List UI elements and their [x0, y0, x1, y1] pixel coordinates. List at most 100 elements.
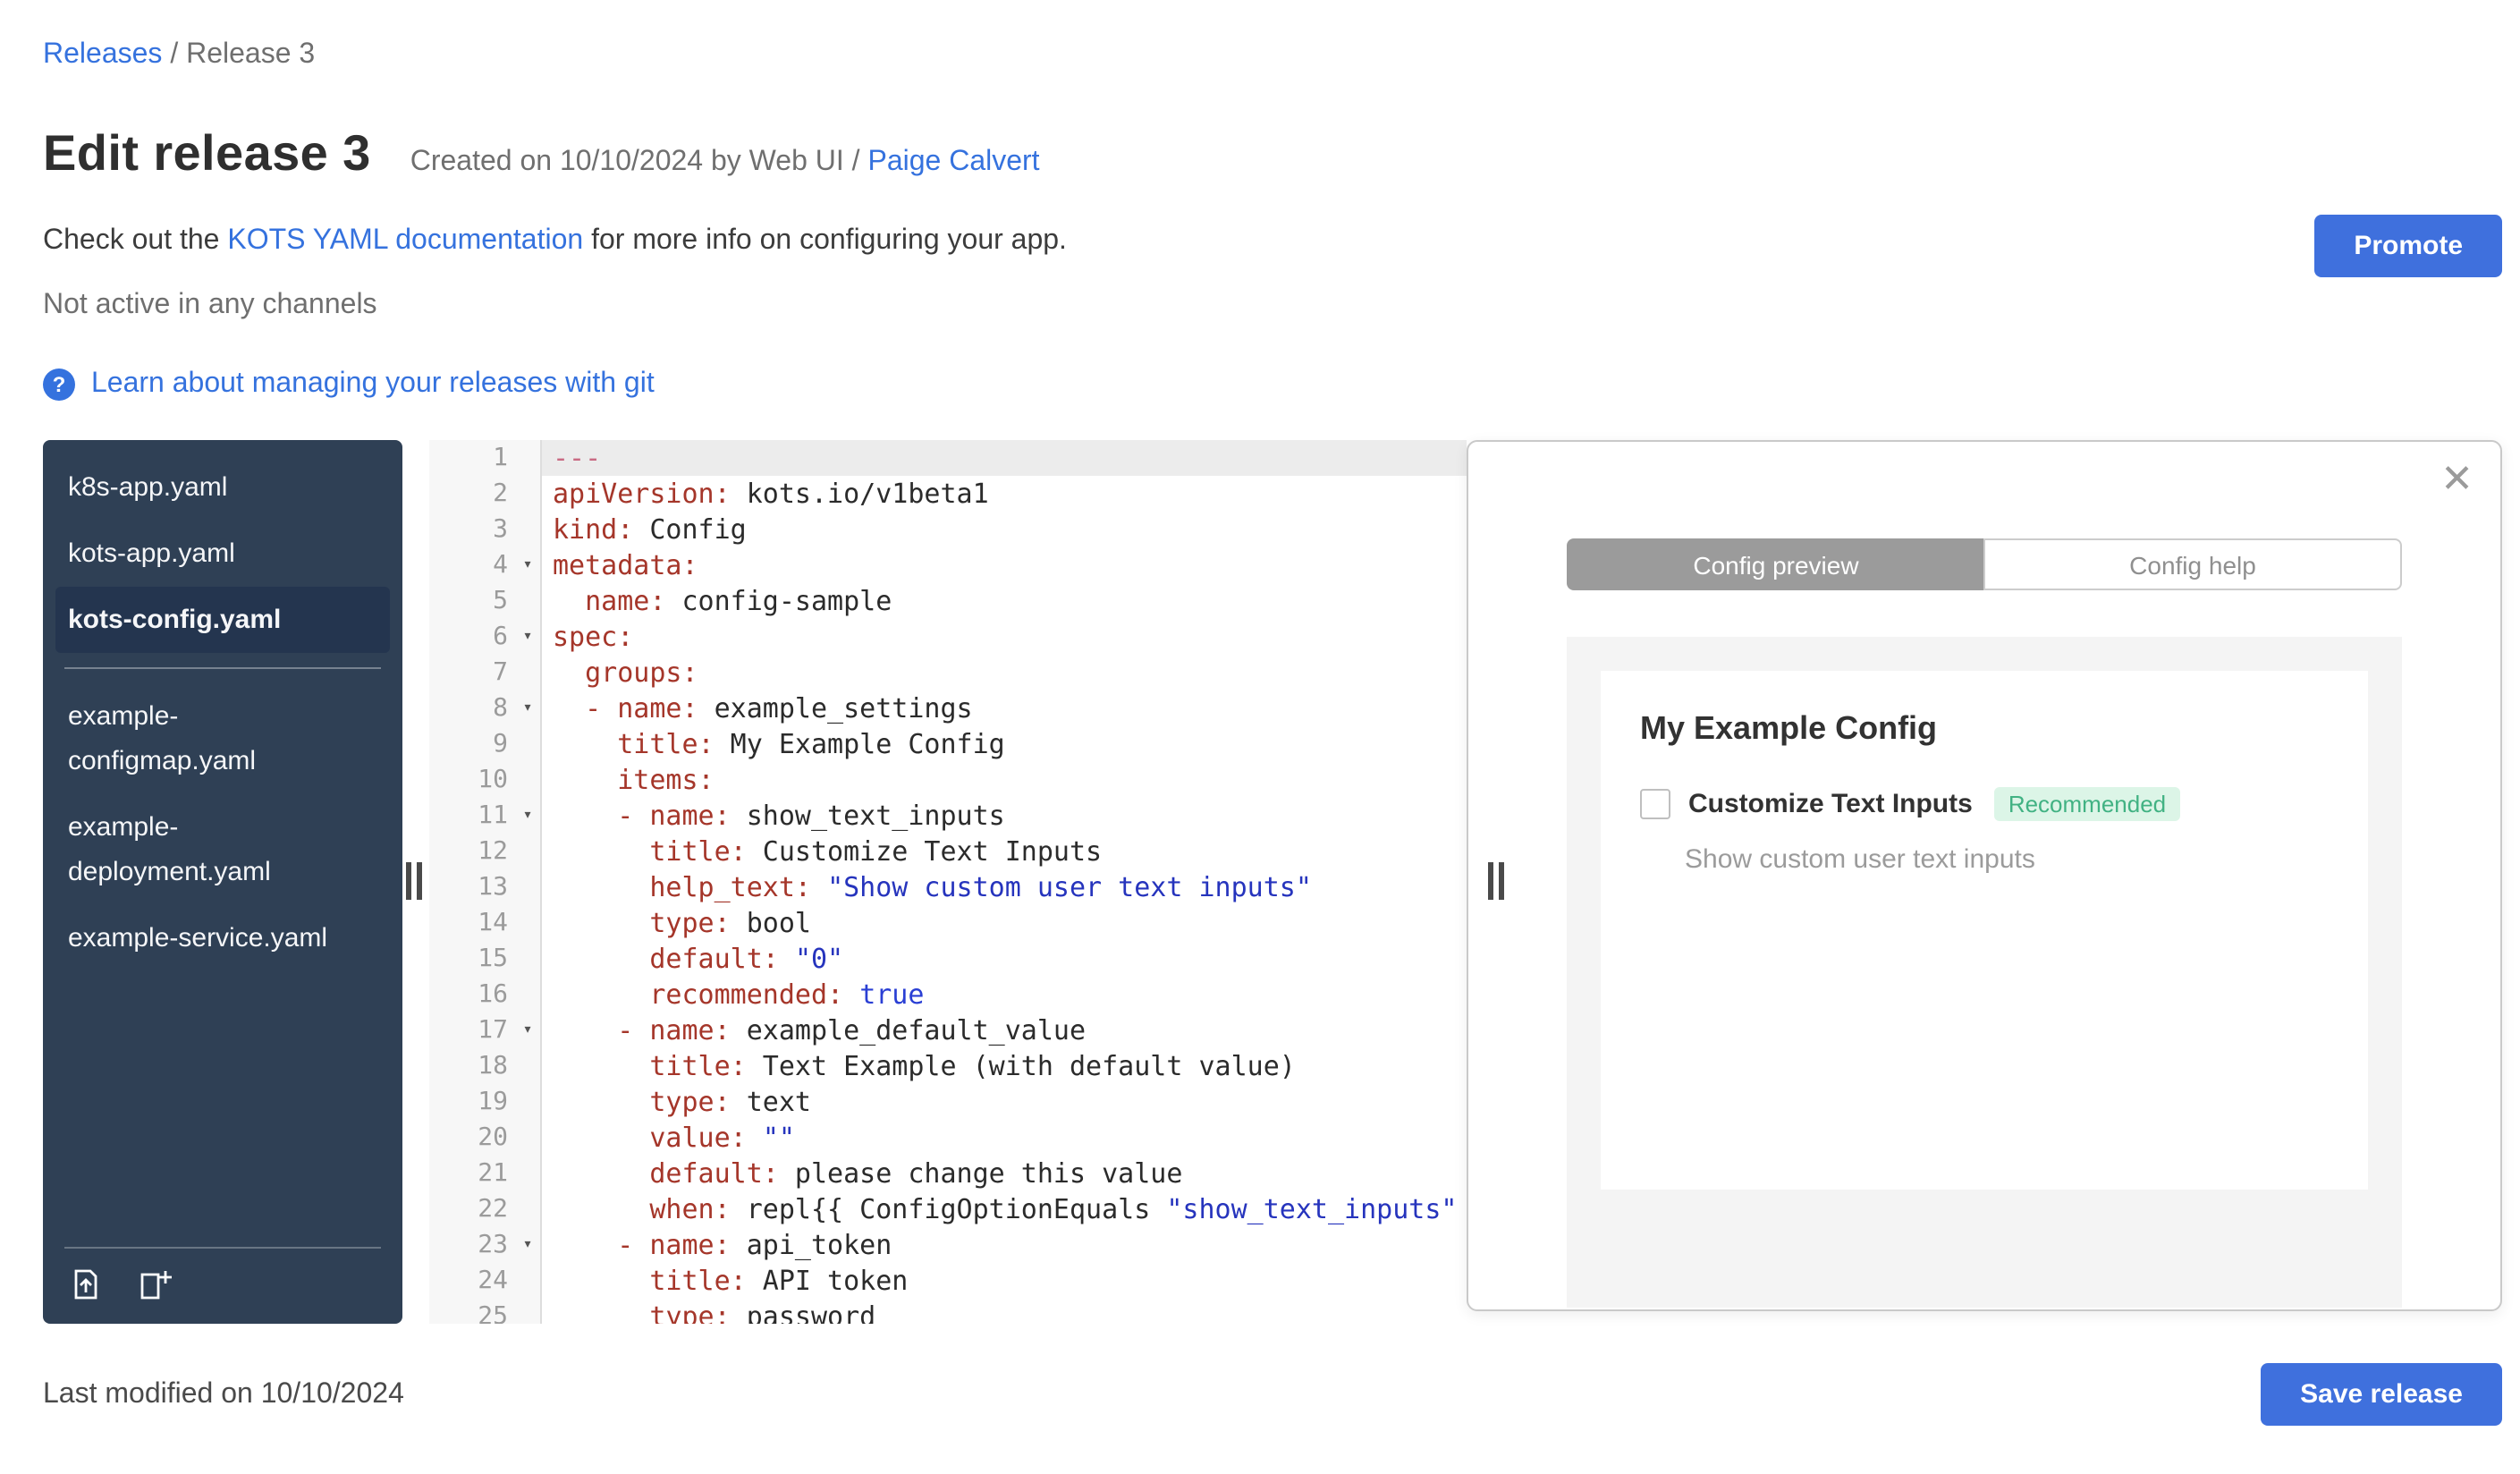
line-number: 15: [478, 945, 508, 973]
code-lines: 1 --- 2 apiVersion: kots.io/v1beta1 3 kind: C…: [429, 440, 1467, 1324]
tab-config-preview[interactable]: Config preview: [1567, 538, 1983, 590]
code-line-15[interactable]: 15 default: "0": [429, 941, 1467, 977]
file-tree-item[interactable]: example-service.yaml: [55, 905, 390, 971]
customize-text-inputs-checkbox[interactable]: [1640, 789, 1670, 819]
code-line-10[interactable]: 10 items:: [429, 762, 1467, 798]
code-line-25[interactable]: 25 type: password: [429, 1299, 1467, 1324]
page-container: Releases / Release 3 Edit release 3 Crea…: [0, 0, 2520, 1474]
code-line-2[interactable]: 2 apiVersion: kots.io/v1beta1: [429, 476, 1467, 512]
file-tree-item[interactable]: k8s-app.yaml: [55, 454, 390, 521]
code-text: type: text: [649, 1086, 811, 1118]
file-tree-item[interactable]: kots-config.yaml: [55, 587, 390, 653]
file-name: k8s-app.yaml: [68, 472, 228, 503]
code-line-13[interactable]: 13 help_text: "Show custom user text inp…: [429, 869, 1467, 905]
code-line-12[interactable]: 12 title: Customize Text Inputs: [429, 834, 1467, 869]
code-text: title: API token: [649, 1265, 909, 1297]
code-text: title: My Example Config: [617, 728, 1005, 760]
preview-tabs: Config preview Config help: [1567, 538, 2402, 590]
code-text: groups:: [585, 657, 698, 689]
code-text: items:: [617, 764, 715, 796]
line-number: 6: [493, 623, 508, 651]
breadcrumb-releases-link[interactable]: Releases: [43, 39, 162, 70]
code-text: recommended: true: [649, 978, 925, 1011]
tab-config-help[interactable]: Config help: [1983, 538, 2402, 590]
code-line-23[interactable]: 23 ▾ - name: api_token: [429, 1227, 1467, 1263]
line-number: 5: [493, 587, 508, 615]
line-number: 3: [493, 515, 508, 544]
code-text: help_text: "Show custom user text inputs…: [649, 871, 1312, 903]
code-text: metadata:: [553, 549, 698, 581]
code-text: ---: [553, 442, 602, 474]
code-line-14[interactable]: 14 type: bool: [429, 905, 1467, 941]
code-line-18[interactable]: 18 title: Text Example (with default val…: [429, 1048, 1467, 1084]
code-line-21[interactable]: 21 default: please change this value: [429, 1156, 1467, 1191]
fold-arrow-icon[interactable]: ▾: [515, 690, 540, 726]
preview-resize-handle[interactable]: [1488, 862, 1504, 900]
file-tree-item[interactable]: example-deployment.yaml: [55, 794, 390, 905]
code-line-19[interactable]: 19 type: text: [429, 1084, 1467, 1120]
code-line-9[interactable]: 9 title: My Example Config: [429, 726, 1467, 762]
code-line-8[interactable]: 8 ▾ - name: example_settings: [429, 690, 1467, 726]
breadcrumb-current: Release 3: [186, 39, 316, 70]
code-line-3[interactable]: 3 kind: Config: [429, 512, 1467, 547]
title-row: Edit release 3 Created on 10/10/2024 by …: [43, 125, 2502, 182]
code-line-17[interactable]: 17 ▾ - name: example_default_value: [429, 1012, 1467, 1048]
add-file-icon[interactable]: [136, 1266, 175, 1302]
line-number: 16: [478, 980, 508, 1009]
docs-prefix: Check out the: [43, 225, 228, 256]
code-text: apiVersion: kots.io/v1beta1: [553, 478, 989, 510]
code-text: default: please change this value: [649, 1157, 1183, 1190]
created-text: Created on 10/10/2024 by Web UI /: [410, 147, 860, 177]
code-line-6[interactable]: 6 ▾ spec:: [429, 619, 1467, 655]
save-release-button[interactable]: Save release: [2261, 1363, 2502, 1426]
code-line-5[interactable]: 5 name: config-sample: [429, 583, 1467, 619]
code-text: name: config-sample: [585, 585, 892, 617]
upload-file-icon[interactable]: [68, 1266, 104, 1302]
line-number: 20: [478, 1123, 508, 1152]
code-line-7[interactable]: 7 groups:: [429, 655, 1467, 690]
code-line-24[interactable]: 24 title: API token: [429, 1263, 1467, 1299]
config-preview-panel: ✕ Config preview Config help My Example …: [1467, 440, 2502, 1311]
file-tree-item[interactable]: example-configmap.yaml: [55, 683, 390, 794]
file-name: kots-config.yaml: [68, 605, 282, 635]
yaml-editor[interactable]: 1 --- 2 apiVersion: kots.io/v1beta1 3 kind: C…: [429, 440, 1467, 1324]
fold-arrow-icon[interactable]: ▾: [515, 1012, 540, 1048]
code-line-16[interactable]: 16 recommended: true: [429, 977, 1467, 1012]
code-line-4[interactable]: 4 ▾ metadata:: [429, 547, 1467, 583]
line-number: 11: [478, 801, 508, 830]
last-modified-text: Last modified on 10/10/2024: [43, 1378, 404, 1409]
code-line-22[interactable]: 22 when: repl{{ ConfigOptionEquals "show…: [429, 1191, 1467, 1227]
kots-yaml-docs-link[interactable]: KOTS YAML documentation: [227, 225, 583, 256]
line-number: 10: [478, 766, 508, 794]
created-info: Created on 10/10/2024 by Web UI / Paige …: [410, 147, 1040, 179]
code-text: when: repl{{ ConfigOptionEquals "show_te…: [649, 1193, 1458, 1225]
line-number: 25: [478, 1302, 508, 1324]
config-group-title: My Example Config: [1640, 710, 1938, 746]
fold-arrow-icon[interactable]: ▾: [515, 1227, 540, 1263]
help-icon[interactable]: ?: [43, 368, 75, 401]
learn-git-releases-link[interactable]: Learn about managing your releases with …: [91, 368, 655, 401]
line-number: 1: [493, 444, 508, 472]
fold-arrow-icon[interactable]: ▾: [515, 798, 540, 834]
code-text: - name: show_text_inputs: [617, 800, 1005, 832]
release-editor-page: Releases / Release 3 Edit release 3 Crea…: [0, 0, 2520, 1474]
code-line-11[interactable]: 11 ▾ - name: show_text_inputs: [429, 798, 1467, 834]
code-line-20[interactable]: 20 value: "": [429, 1120, 1467, 1156]
close-icon[interactable]: ✕: [2440, 459, 2473, 499]
file-tree-item[interactable]: kots-app.yaml: [55, 521, 390, 587]
line-number: 8: [493, 694, 508, 723]
code-line-1[interactable]: 1 ---: [429, 440, 1467, 476]
promote-button[interactable]: Promote: [2314, 215, 2502, 277]
created-author-link[interactable]: Paige Calvert: [867, 147, 1039, 177]
line-number: 13: [478, 873, 508, 902]
code-text: value: "": [649, 1122, 795, 1154]
fold-arrow-icon[interactable]: ▾: [515, 619, 540, 655]
file-tree-resize-handle[interactable]: [406, 862, 422, 900]
fold-arrow-icon[interactable]: ▾: [515, 547, 540, 583]
